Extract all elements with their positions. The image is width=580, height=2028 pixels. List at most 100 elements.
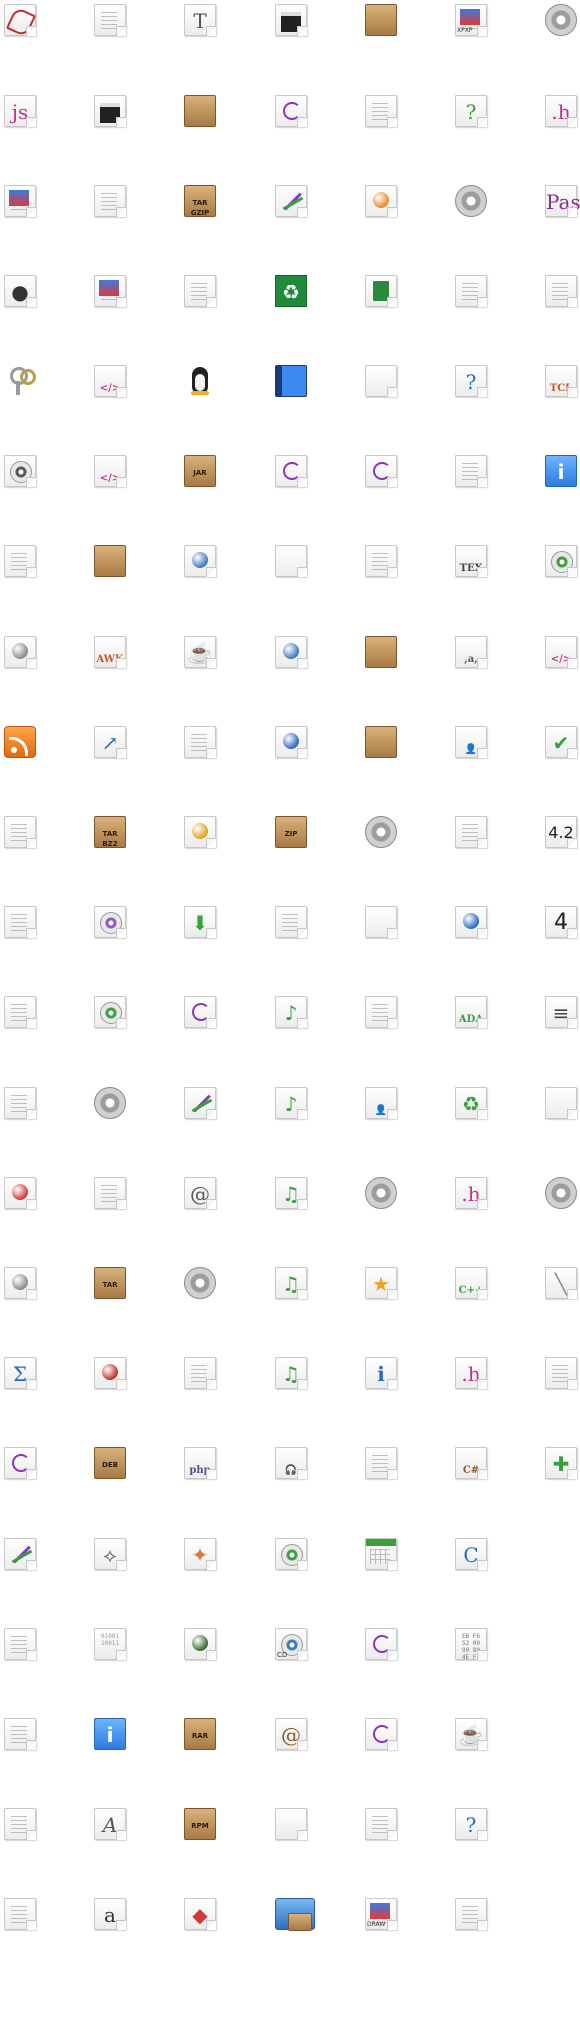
source-code-icon[interactable]: </> — [545, 636, 577, 668]
video-clapper-icon[interactable] — [94, 95, 126, 127]
music-cd-icon[interactable] — [94, 996, 126, 1028]
tar-gzip-archive-icon[interactable]: TAR GZIP — [184, 185, 216, 217]
recycle-document-icon[interactable]: ♻ — [455, 1087, 487, 1119]
slideshow-icon[interactable] — [4, 1628, 36, 1660]
shirt-document-icon[interactable] — [94, 1177, 126, 1209]
empty-page-icon[interactable] — [275, 545, 307, 577]
presentation-slides-icon[interactable] — [4, 1718, 36, 1750]
newspaper-document-icon[interactable] — [365, 545, 397, 577]
binary-file-icon[interactable]: 01001 10011 — [94, 1628, 126, 1660]
shortcut-link-icon[interactable]: ↗ — [94, 726, 126, 758]
open-box-icon[interactable] — [365, 726, 397, 758]
rss-feed-icon[interactable] — [4, 726, 36, 758]
hex-dump-icon[interactable]: EB F6 52 00 90 80 4E FF — [455, 1628, 487, 1661]
blank-document-icon[interactable] — [275, 1808, 307, 1840]
table-document-icon[interactable] — [4, 1898, 36, 1930]
unknown-file-icon[interactable]: ? — [455, 95, 487, 127]
ruby-script-icon[interactable]: ◆ — [184, 1898, 216, 1930]
tex-document-icon[interactable]: TEX — [455, 545, 487, 577]
book-blue-icon[interactable] — [275, 365, 307, 397]
tar-bz2-archive-icon[interactable]: TAR BZ2 — [94, 816, 126, 848]
diff-file-icon[interactable]: ╲ — [545, 1267, 577, 1299]
music-file-icon[interactable]: ♫ — [275, 1267, 307, 1299]
search-document-icon[interactable] — [455, 455, 487, 487]
checklist-document-icon[interactable] — [455, 1898, 487, 1930]
xpxp-image-icon[interactable]: XPXP — [455, 4, 487, 36]
rpm-package-icon[interactable]: RPM — [184, 1808, 216, 1840]
person-document-icon[interactable]: 👤 — [365, 1087, 397, 1119]
gear-document-icon[interactable] — [365, 1177, 397, 1209]
font-italic-icon[interactable]: A — [94, 1808, 126, 1840]
contact-card-icon[interactable]: 👤 — [455, 726, 487, 758]
java-class-icon[interactable]: ☕ — [455, 1718, 487, 1750]
package-icon[interactable] — [365, 4, 397, 36]
zip-archive-icon[interactable]: ZIP — [275, 816, 307, 848]
installer-package-icon[interactable] — [365, 636, 397, 668]
internet-globe-icon[interactable] — [275, 726, 307, 758]
c-header-source-icon[interactable]: .h — [455, 1357, 487, 1389]
image-document-icon[interactable] — [4, 185, 36, 217]
csharp-source-icon[interactable]: C# — [455, 1447, 487, 1479]
terminal-gear-icon[interactable] — [94, 1087, 126, 1119]
font-file-icon[interactable]: T — [184, 4, 216, 36]
brush-tools-icon[interactable] — [184, 1087, 216, 1119]
math-formula-icon[interactable]: Σ — [4, 1357, 36, 1389]
info-blue-icon[interactable]: i — [94, 1718, 126, 1750]
download-arrow-icon[interactable]: ⬇ — [184, 906, 216, 938]
cd-image-icon[interactable]: CD — [275, 1628, 307, 1660]
ada-source-icon[interactable]: ADA — [455, 996, 487, 1028]
config-gear-icon[interactable] — [365, 816, 397, 848]
scheme-file-icon[interactable] — [4, 1447, 36, 1479]
tar-archive-icon[interactable]: TAR — [94, 1267, 126, 1299]
empty-document-icon[interactable] — [365, 365, 397, 397]
package-open-icon[interactable] — [184, 95, 216, 127]
dos-executable-icon[interactable] — [184, 1267, 216, 1299]
javascript-file-icon[interactable]: js — [4, 95, 36, 127]
lisp-file-icon[interactable] — [275, 95, 307, 127]
linux-penguin-icon[interactable] — [184, 365, 216, 397]
gimp-image-icon[interactable] — [365, 185, 397, 217]
debian-disc-icon[interactable] — [94, 1357, 126, 1389]
lisp-module-icon[interactable] — [365, 1718, 397, 1750]
unknown-document-icon[interactable]: ? — [455, 1808, 487, 1840]
java-coffee-icon[interactable]: ☕ — [184, 636, 216, 668]
music-note-icon[interactable]: ♪ — [275, 1087, 307, 1119]
plugin-puzzle-icon[interactable]: ✚ — [545, 1447, 577, 1479]
hot-air-balloon-image-icon[interactable] — [94, 275, 126, 307]
keys-icon[interactable] — [4, 365, 36, 397]
plain-text-icon[interactable] — [4, 816, 36, 848]
deb-package-icon[interactable]: DEB — [94, 1447, 126, 1479]
xml-code-icon[interactable]: </> — [94, 455, 126, 487]
awk-script-icon[interactable]: AWK — [94, 636, 126, 668]
check-mark-icon[interactable]: ✔ — [545, 726, 577, 758]
green-disc-icon[interactable] — [275, 1538, 307, 1570]
audio-note-icon[interactable]: ♪ — [275, 996, 307, 1028]
cpp-source-icon[interactable]: C++ — [455, 1267, 487, 1299]
html-document-icon[interactable] — [94, 4, 126, 36]
print-document-icon[interactable] — [4, 545, 36, 577]
window-document-icon[interactable] — [545, 1357, 577, 1389]
empty-file-icon[interactable] — [545, 1087, 577, 1119]
executable-gear-icon[interactable] — [545, 4, 577, 36]
folder-blue-icon[interactable] — [275, 1898, 315, 1931]
java-archive-icon[interactable]: JAR — [184, 455, 216, 487]
color-wheel-icon[interactable] — [184, 816, 216, 848]
headphones-icon[interactable]: 🎧 — [275, 1447, 307, 1479]
info-circle-icon[interactable]: ℹ — [365, 1357, 397, 1389]
paint-palette-icon[interactable] — [275, 185, 307, 217]
green-spreadsheet-icon[interactable] — [4, 996, 36, 1028]
rar-archive-icon[interactable]: RAR — [184, 1718, 216, 1750]
lisp-program-icon[interactable] — [365, 1628, 397, 1660]
list-document-icon[interactable] — [4, 906, 36, 938]
draw-image-icon[interactable]: DRAW — [365, 1898, 397, 1930]
ebook-icon[interactable] — [365, 275, 397, 307]
info-document-icon[interactable]: i — [545, 455, 577, 487]
web-link-icon[interactable] — [275, 636, 307, 668]
disc-image-icon[interactable] — [4, 455, 36, 487]
lisp-script-icon[interactable] — [184, 996, 216, 1028]
ledger-document-icon[interactable] — [4, 1808, 36, 1840]
database-icon[interactable] — [4, 1267, 36, 1299]
blender-file-icon[interactable] — [455, 906, 487, 938]
email-at-icon[interactable]: @ — [184, 1177, 216, 1209]
unknown-blue-icon[interactable]: ? — [455, 365, 487, 397]
